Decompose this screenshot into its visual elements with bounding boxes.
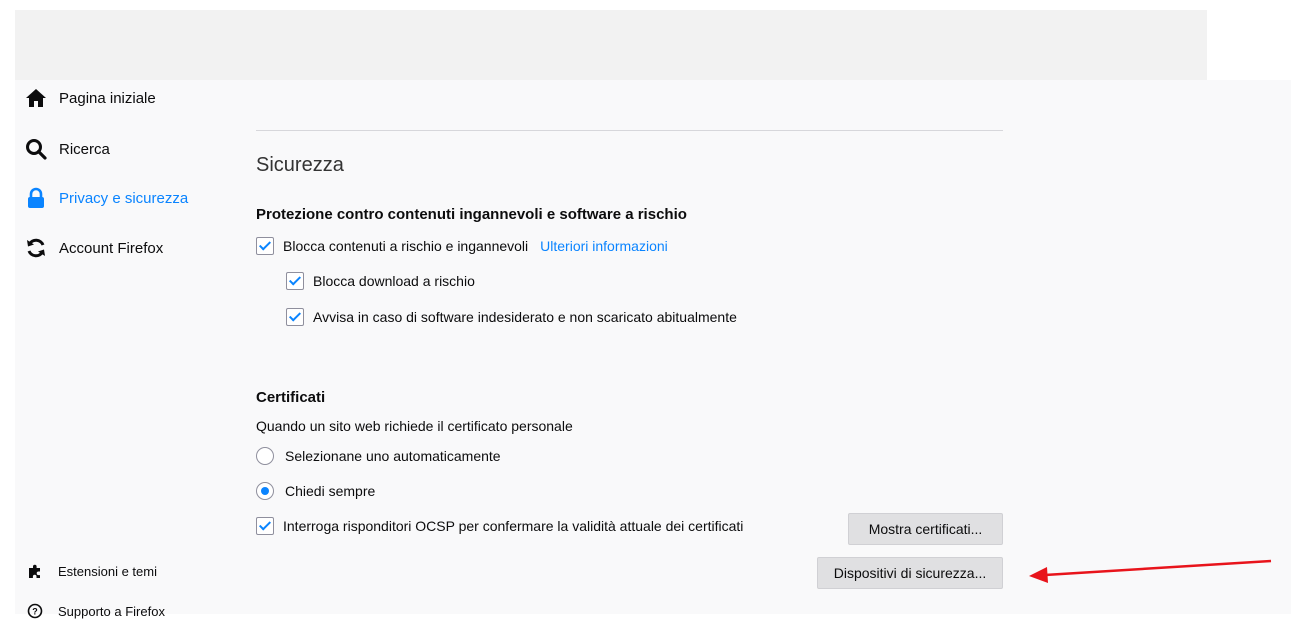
deceptive-content-heading: Protezione contro contenuti ingannevoli … (256, 206, 687, 223)
ask-always-radio[interactable] (256, 482, 274, 500)
sidebar-item-label: Privacy e sicurezza (59, 189, 189, 207)
search-icon (24, 137, 48, 161)
sync-icon (24, 236, 48, 260)
block-dangerous-row: Blocca contenuti a rischio e ingannevoli… (256, 237, 668, 255)
puzzle-icon (26, 562, 44, 580)
certificates-heading: Certificati (256, 389, 326, 406)
auto-select-label[interactable]: Selezionane uno automaticamente (285, 448, 501, 464)
annotation-arrow (1029, 559, 1272, 583)
section-divider (256, 130, 1003, 131)
sidebar-item-search[interactable]: Ricerca (24, 135, 110, 163)
certificate-question-label: Quando un sito web richiede il certifica… (256, 418, 573, 434)
sidebar-item-account[interactable]: Account Firefox (24, 234, 163, 262)
warn-unwanted-row: Avvisa in caso di software indesiderato … (286, 308, 737, 326)
block-downloads-row: Blocca download a rischio (286, 272, 475, 290)
ocsp-checkbox[interactable] (256, 517, 274, 535)
block-downloads-checkbox[interactable] (286, 272, 304, 290)
sidebar-item-label: Estensioni e temi (58, 563, 157, 579)
block-dangerous-checkbox[interactable] (256, 237, 274, 255)
security-devices-button[interactable]: Dispositivi di sicurezza... (817, 557, 1003, 589)
ocsp-row: Interroga risponditori OCSP per conferma… (256, 517, 743, 535)
ocsp-label[interactable]: Interroga risponditori OCSP per conferma… (283, 518, 743, 534)
svg-text:?: ? (32, 607, 38, 617)
sidebar-item-support[interactable]: ? Supporto a Firefox (26, 600, 165, 622)
block-dangerous-label[interactable]: Blocca contenuti a rischio e ingannevoli (283, 238, 528, 254)
block-downloads-label[interactable]: Blocca download a rischio (313, 273, 475, 289)
sidebar-item-label: Ricerca (59, 140, 110, 158)
sidebar-item-home[interactable]: Pagina iniziale (24, 84, 156, 112)
learn-more-link[interactable]: Ulteriori informazioni (540, 238, 668, 254)
certificate-question: Quando un sito web richiede il certifica… (256, 418, 573, 434)
lock-icon (24, 186, 48, 210)
sidebar-item-label: Account Firefox (59, 239, 164, 257)
view-certificates-button[interactable]: Mostra certificati... (848, 513, 1003, 545)
top-band (15, 10, 1207, 80)
sidebar-item-extensions[interactable]: Estensioni e temi (26, 560, 157, 582)
sidebar-item-privacy[interactable]: Privacy e sicurezza (24, 184, 188, 212)
warn-unwanted-label[interactable]: Avvisa in caso di software indesiderato … (313, 309, 737, 325)
sidebar-item-label: Pagina iniziale (59, 89, 156, 107)
auto-select-row: Selezionane uno automaticamente (256, 447, 501, 465)
home-icon (24, 86, 48, 110)
sidebar-item-label: Supporto a Firefox (58, 603, 165, 619)
ask-always-row: Chiedi sempre (256, 482, 375, 500)
help-icon: ? (26, 602, 44, 620)
section-title: Sicurezza (256, 154, 344, 176)
auto-select-radio[interactable] (256, 447, 274, 465)
ask-always-label[interactable]: Chiedi sempre (285, 483, 375, 499)
warn-unwanted-checkbox[interactable] (286, 308, 304, 326)
